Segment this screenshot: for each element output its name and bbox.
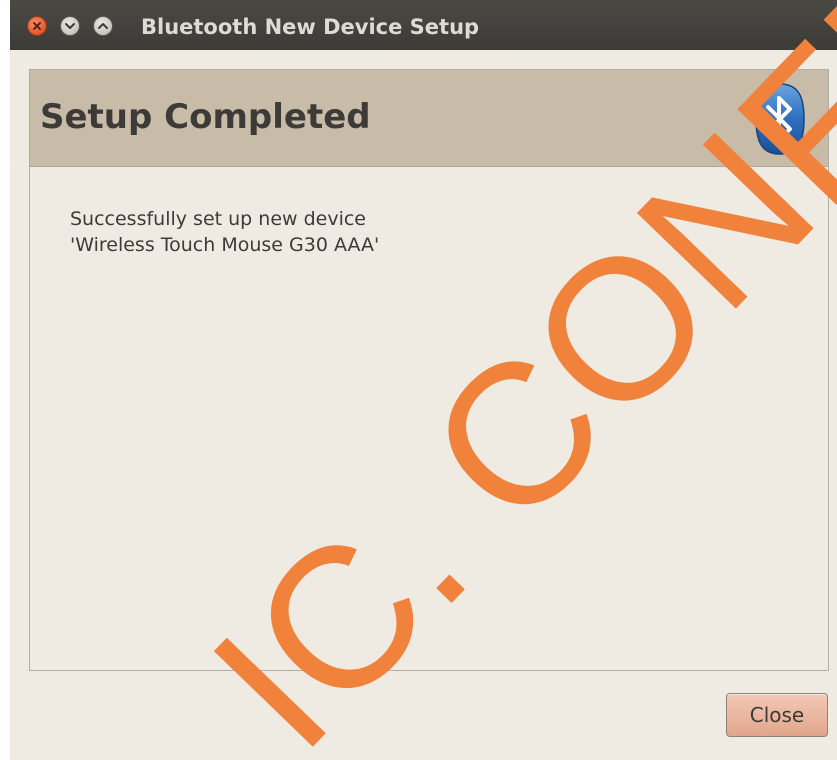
page-title: Setup Completed: [40, 97, 371, 137]
window-maximize-button[interactable]: [93, 16, 113, 36]
bluetooth-icon: [755, 83, 805, 155]
success-message: Successfully set up new device 'Wireless…: [70, 206, 379, 258]
device-name: 'Wireless Touch Mouse G30 AAA': [70, 234, 380, 256]
window-close-button[interactable]: [27, 16, 47, 36]
close-x-icon: [33, 22, 41, 30]
window-title: Bluetooth New Device Setup: [141, 15, 480, 39]
content-frame: Setup Completed Successfully set up new …: [29, 69, 829, 671]
title-bar[interactable]: Bluetooth New Device Setup: [10, 0, 837, 50]
window-minimize-button[interactable]: [60, 16, 80, 36]
dialog-window: Bluetooth New Device Setup Setup Complet…: [10, 0, 837, 760]
chevron-down-icon: [65, 23, 75, 29]
header-banner: Setup Completed: [30, 70, 828, 167]
close-button[interactable]: Close: [726, 693, 828, 737]
message-line: Successfully set up new device: [70, 208, 366, 230]
chevron-up-icon: [98, 23, 108, 29]
